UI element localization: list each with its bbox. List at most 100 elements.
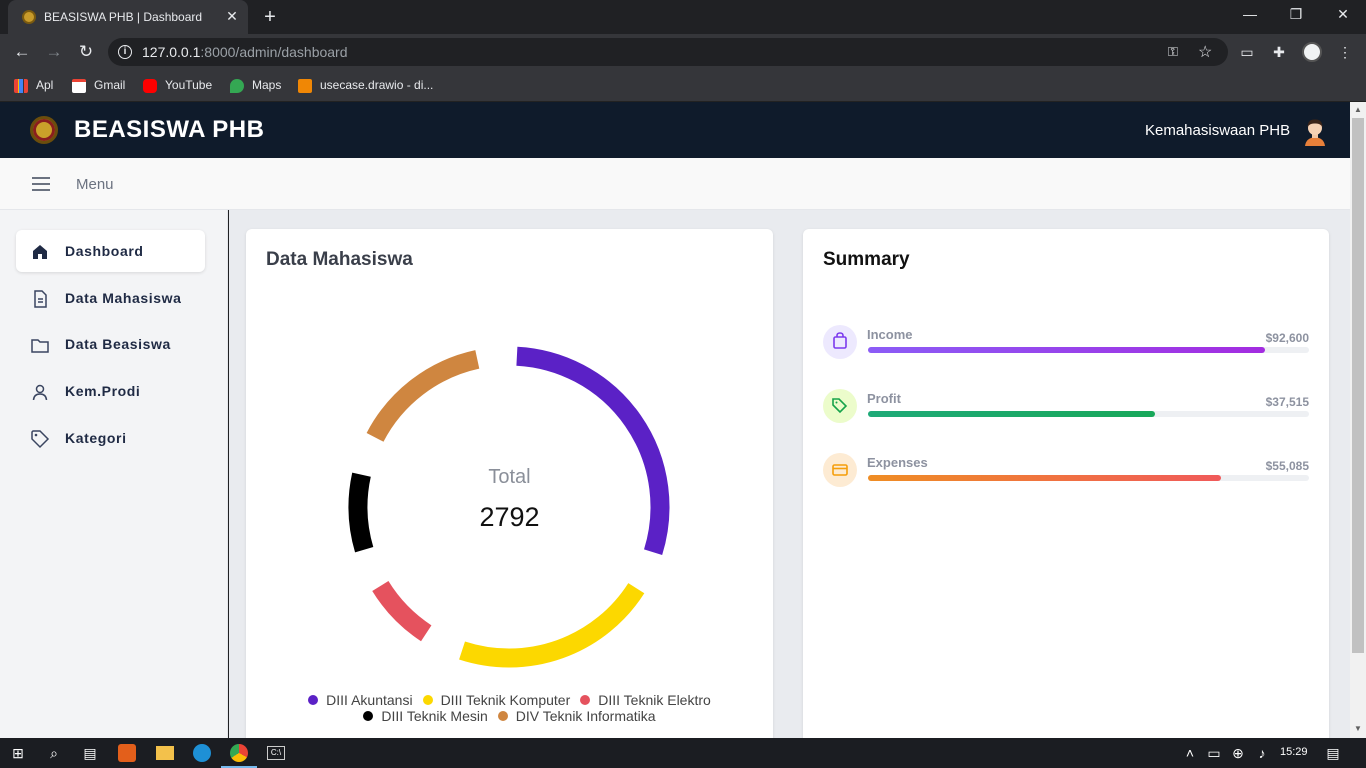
tag-icon <box>31 430 50 449</box>
key-icon[interactable]: ⚿ <box>1168 44 1178 60</box>
bookmark-apps[interactable]: Apl <box>14 77 53 95</box>
clock[interactable]: 15:29 <box>1280 746 1308 758</box>
address-bar[interactable]: i 127.0.0.1:8000/admin/dashboard ⚿ ☆ <box>108 38 1228 66</box>
site-info-icon[interactable]: i <box>118 45 132 59</box>
scroll-down-icon[interactable]: ▼ <box>1354 724 1362 733</box>
url-path: :8000/admin/dashboard <box>200 44 348 60</box>
sidebar-item-kategori[interactable]: Kategori <box>16 417 205 459</box>
user-name[interactable]: Kemahasiswaan PHB <box>1145 122 1290 139</box>
reload-icon[interactable]: ↻ <box>76 42 96 62</box>
bookmark-star-icon[interactable]: ☆ <box>1198 42 1212 62</box>
legend-label: DIII Teknik Mesin <box>381 708 488 724</box>
legend-item[interactable]: DIV Teknik Informatika <box>497 708 656 724</box>
sidebar: Dashboard Data Mahasiswa Data Beasiswa K… <box>0 210 228 738</box>
donut-slice-diii-teknik-elektro[interactable] <box>372 580 432 642</box>
document-icon <box>34 290 47 308</box>
url-text: 127.0.0.1:8000/admin/dashboard <box>142 44 348 60</box>
legend-item[interactable]: DIII Teknik Elektro <box>580 692 711 708</box>
summary-value: $55,085 <box>1265 459 1309 473</box>
sidebar-item-kem-prodi[interactable]: Kem.Prodi <box>16 370 205 412</box>
summary-row-expenses: Expenses $55,085 <box>823 453 1309 493</box>
bookmark-youtube[interactable]: YouTube <box>143 77 212 95</box>
new-tab-button[interactable]: + <box>260 6 280 29</box>
tray-expand-icon[interactable]: ˄ <box>1180 743 1200 763</box>
legend-swatch <box>497 711 508 721</box>
legend-item[interactable]: DIII Akuntansi <box>308 692 413 708</box>
windows-start-icon[interactable]: ⊞ <box>8 743 28 763</box>
page-scrollbar[interactable]: ▲ ▼ <box>1350 102 1366 738</box>
legend-label: DIII Teknik Komputer <box>440 692 571 708</box>
card-title: Summary <box>823 249 910 270</box>
scroll-up-icon[interactable]: ▲ <box>1354 105 1362 114</box>
notifications-icon[interactable]: ▤ <box>1323 743 1343 763</box>
file-explorer-icon[interactable] <box>156 746 174 760</box>
cast-icon[interactable]: ▭ <box>1238 43 1256 61</box>
hamburger-menu-icon[interactable] <box>32 177 50 191</box>
chrome-icon[interactable] <box>230 744 248 762</box>
app-header: BEASISWA PHB Kemahasiswaan PHB <box>0 102 1350 158</box>
sidebar-item-data-beasiswa[interactable]: Data Beasiswa <box>16 323 205 365</box>
bookmark-label: YouTube <box>165 78 213 92</box>
sidebar-item-label: Dashboard <box>65 243 144 259</box>
close-window-icon[interactable]: ✕ <box>1333 6 1353 23</box>
total-label: Total <box>488 466 531 488</box>
apps-grid-icon <box>14 78 28 93</box>
total-value: 2792 <box>479 502 540 532</box>
legend-item[interactable]: DIII Teknik Komputer <box>422 692 571 708</box>
summary-label: Income <box>867 327 913 342</box>
scroll-thumb[interactable] <box>1352 118 1364 653</box>
summary-label: Profit <box>867 391 901 406</box>
restore-icon[interactable]: ❐ <box>1286 6 1306 23</box>
forward-icon[interactable]: → <box>44 42 64 62</box>
browser-tab[interactable]: BEASISWA PHB | Dashboard ✕ <box>8 0 248 34</box>
terminal-icon[interactable]: C:\ <box>267 746 285 760</box>
summary-card: Summary Income $92,600 Profit $37,515 Ex… <box>803 229 1329 749</box>
bookmark-label: Apl <box>36 78 54 92</box>
legend-item[interactable]: DIII Teknik Mesin <box>363 708 488 724</box>
sidebar-item-label: Data Beasiswa <box>65 336 171 352</box>
legend-label: DIII Akuntansi <box>326 692 413 708</box>
browser-menu-icon[interactable]: ⋮ <box>1336 43 1354 61</box>
bookmark-gmail[interactable]: Gmail <box>72 77 125 95</box>
extensions-icon[interactable]: ✚ <box>1270 43 1288 61</box>
home-icon <box>33 245 47 259</box>
user-avatar[interactable] <box>1302 116 1328 146</box>
legend-label: DIII Teknik Elektro <box>598 692 711 708</box>
menu-label[interactable]: Menu <box>76 176 114 193</box>
summary-value: $92,600 <box>1265 331 1309 345</box>
shopping-bag-icon <box>823 325 857 359</box>
logo <box>30 116 58 144</box>
donut-slice-div-teknik-informatika[interactable] <box>366 350 480 442</box>
xampp-icon[interactable] <box>118 744 136 762</box>
progress-fill <box>868 475 1221 481</box>
task-view-icon[interactable]: ▤ <box>80 743 100 763</box>
search-icon[interactable]: ⌕ <box>44 743 64 763</box>
close-tab-icon[interactable]: ✕ <box>224 8 240 24</box>
sidebar-item-label: Kategori <box>65 430 127 446</box>
volume-icon[interactable]: ♪ <box>1252 743 1272 763</box>
edge-icon[interactable] <box>193 744 211 762</box>
legend-swatch <box>422 695 433 705</box>
url-host: 127.0.0.1 <box>142 44 201 60</box>
bookmark-label: usecase.drawio - di... <box>320 78 434 92</box>
sidebar-item-label: Kem.Prodi <box>65 383 141 399</box>
progress-fill <box>868 411 1155 417</box>
battery-icon[interactable]: ▭ <box>1204 743 1224 763</box>
minimize-icon[interactable]: — <box>1240 6 1260 22</box>
bookmark-drawio[interactable]: usecase.drawio - di... <box>298 77 433 95</box>
legend-label: DIV Teknik Informatika <box>515 708 656 724</box>
profile-avatar[interactable] <box>1302 42 1322 62</box>
progress-track <box>868 347 1309 353</box>
network-globe-icon[interactable]: ⊕ <box>1228 743 1248 763</box>
back-icon[interactable]: ← <box>12 42 32 62</box>
donut-slice-diii-teknik-komputer[interactable] <box>459 582 645 668</box>
card-title: Data Mahasiswa <box>266 249 413 270</box>
data-mahasiswa-card: Data Mahasiswa Total 2792 DIII Akuntansi… <box>246 229 773 749</box>
progress-track <box>868 475 1309 481</box>
sidebar-item-data-mahasiswa[interactable]: Data Mahasiswa <box>16 277 205 319</box>
brand-title[interactable]: BEASISWA PHB <box>74 116 264 144</box>
bookmark-maps[interactable]: Maps <box>230 77 281 95</box>
summary-row-income: Income $92,600 <box>823 325 1309 365</box>
summary-row-profit: Profit $37,515 <box>823 389 1309 429</box>
sidebar-item-dashboard[interactable]: Dashboard <box>16 230 205 272</box>
